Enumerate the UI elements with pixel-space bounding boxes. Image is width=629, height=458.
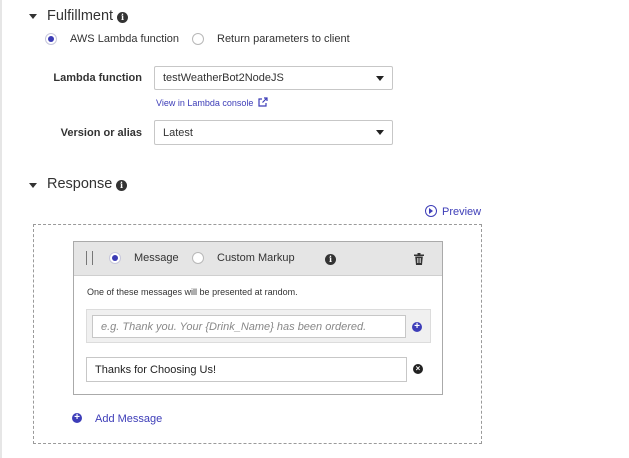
- new-message-input[interactable]: e.g. Thank you. Your {Drink_Name} has be…: [92, 315, 406, 338]
- preview-play-icon[interactable]: [425, 205, 437, 217]
- chevron-down-icon: [376, 130, 384, 135]
- radio-custom-markup-label[interactable]: Custom Markup: [217, 252, 295, 264]
- response-info-icon[interactable]: i: [116, 180, 127, 191]
- radio-message[interactable]: [109, 252, 121, 264]
- radio-message-label[interactable]: Message: [134, 252, 179, 264]
- radio-return-params[interactable]: [192, 33, 204, 45]
- chevron-down-icon: [376, 76, 384, 81]
- remove-variation-x-icon[interactable]: ×: [413, 364, 423, 374]
- custom-markup-info-icon[interactable]: i: [325, 254, 336, 265]
- radio-custom-markup[interactable]: [192, 252, 204, 264]
- view-in-lambda-console-link[interactable]: View in Lambda console: [156, 97, 268, 108]
- response-collapse-caret-icon[interactable]: [29, 183, 37, 188]
- version-alias-label: Version or alias: [60, 127, 142, 139]
- add-message-link[interactable]: Add Message: [95, 413, 162, 425]
- add-message-plus-icon[interactable]: +: [72, 413, 82, 423]
- drag-handle-icon[interactable]: [86, 251, 93, 265]
- radio-aws-lambda-label[interactable]: AWS Lambda function: [70, 33, 179, 45]
- fulfillment-info-icon[interactable]: i: [117, 12, 128, 23]
- message-card: Message Custom Markup i One of these mes…: [73, 241, 443, 395]
- trash-icon[interactable]: [414, 253, 424, 265]
- message-card-header: Message Custom Markup i: [74, 242, 442, 276]
- fulfillment-collapse-caret-icon[interactable]: [29, 14, 37, 19]
- fulfillment-title: Fulfillment: [47, 8, 114, 24]
- radio-aws-lambda[interactable]: [45, 33, 57, 45]
- new-message-well: e.g. Thank you. Your {Drink_Name} has be…: [86, 309, 431, 343]
- external-link-icon: [258, 97, 268, 107]
- message-variation-field[interactable]: Thanks for Choosing Us!: [86, 357, 407, 382]
- lambda-function-label: Lambda function: [53, 72, 142, 84]
- radio-return-params-label[interactable]: Return parameters to client: [217, 33, 350, 45]
- left-rule: [0, 0, 2, 458]
- lambda-function-value: testWeatherBot2NodeJS: [163, 72, 284, 84]
- add-variation-plus-icon[interactable]: +: [412, 322, 422, 332]
- response-title: Response: [47, 176, 113, 192]
- version-alias-value: Latest: [163, 126, 193, 139]
- random-message-hint: One of these messages will be presented …: [87, 287, 298, 297]
- lambda-function-select[interactable]: testWeatherBot2NodeJS: [154, 66, 393, 90]
- preview-link[interactable]: Preview: [442, 206, 481, 218]
- version-alias-select[interactable]: Latest: [154, 120, 393, 145]
